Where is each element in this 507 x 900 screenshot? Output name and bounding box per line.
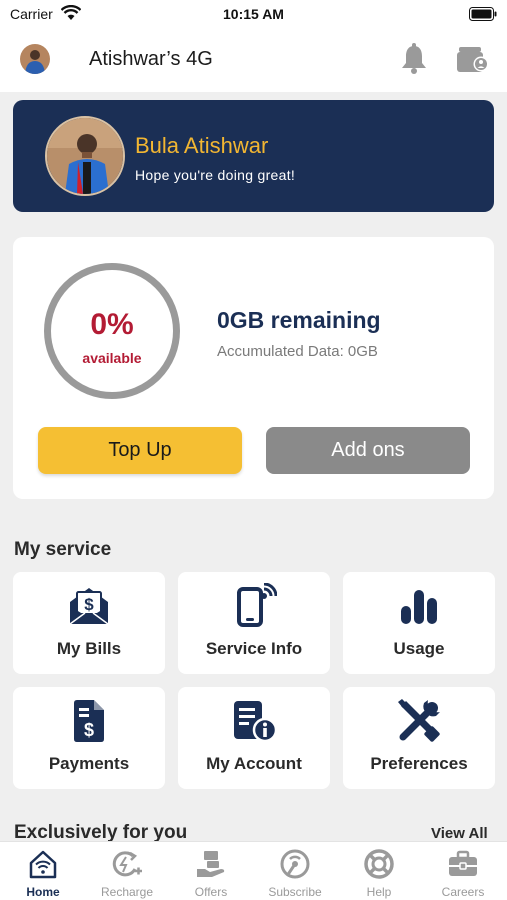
briefcase-icon — [421, 848, 505, 880]
tile-service-info[interactable]: Service Info — [178, 572, 330, 674]
nav-label: Recharge — [100, 885, 154, 899]
user-name: Bula Atishwar — [135, 133, 269, 158]
app-header: Atishwar’s 4G — [0, 30, 507, 92]
offers-hand-icon — [169, 848, 253, 880]
nav-offers[interactable]: Offers — [169, 842, 253, 900]
tile-preferences[interactable]: Preferences — [343, 687, 495, 789]
tile-label: Usage — [393, 639, 445, 658]
data-remaining: 0GB remaining — [217, 307, 381, 333]
account-info-icon — [178, 699, 330, 743]
svg-text:$: $ — [84, 595, 94, 614]
view-all-link[interactable]: View All — [431, 825, 488, 842]
nav-label: Careers — [441, 885, 485, 899]
tile-label: My Account — [206, 754, 302, 773]
data-usage-card: 0% available 0GB remaining Accumulated D… — [13, 237, 494, 499]
nav-label: Offers — [194, 885, 228, 899]
payment-document-icon: $ — [13, 699, 165, 743]
svg-text:$: $ — [84, 720, 94, 740]
greeting-text: Hope you're doing great! — [135, 167, 296, 183]
nav-label: Subscribe — [268, 885, 322, 899]
my-service-heading: My service — [14, 539, 112, 560]
avatar[interactable] — [20, 44, 50, 74]
top-up-button[interactable]: Top Up — [38, 427, 242, 474]
nav-help[interactable]: Help — [337, 842, 421, 900]
nav-recharge[interactable]: Recharge — [85, 842, 169, 900]
page-title: Atishwar’s 4G — [89, 48, 213, 70]
profile-photo — [45, 116, 125, 196]
tile-label: Service Info — [205, 639, 303, 658]
nav-label: Help — [366, 885, 392, 899]
tile-label: Preferences — [370, 754, 468, 773]
accumulated-data: Accumulated Data: 0GB — [217, 343, 378, 360]
battery-icon — [469, 7, 497, 26]
home-wifi-icon — [1, 848, 85, 880]
subscribe-signal-icon — [253, 848, 337, 880]
tile-my-bills[interactable]: $ My Bills — [13, 572, 165, 674]
welcome-card: Bula Atishwar Hope you're doing great! — [13, 100, 494, 212]
status-bar: Carrier 10:15 AM — [0, 0, 507, 30]
wallet-account-icon[interactable] — [456, 44, 490, 79]
lifebuoy-icon — [337, 848, 421, 880]
tile-label: My Bills — [56, 639, 122, 658]
add-ons-button[interactable]: Add ons — [266, 427, 470, 474]
nav-home[interactable]: Home — [1, 842, 85, 900]
tile-label: Payments — [48, 754, 130, 773]
tile-my-account[interactable]: My Account — [178, 687, 330, 789]
nav-label: Home — [26, 885, 60, 899]
bottom-nav: Home Recharge Offers Subscribe Help Care… — [0, 841, 507, 900]
data-percent: 0% — [90, 308, 134, 341]
tile-payments[interactable]: $ Payments — [13, 687, 165, 789]
phone-signal-icon — [178, 583, 330, 628]
status-time: 10:15 AM — [223, 6, 284, 22]
data-usage-ring: 0% available — [44, 263, 180, 399]
bill-envelope-icon: $ — [13, 584, 165, 628]
bell-icon[interactable] — [399, 43, 429, 80]
data-available-label: available — [82, 350, 142, 366]
tools-icon — [343, 699, 495, 743]
tile-usage[interactable]: Usage — [343, 572, 495, 674]
nav-subscribe[interactable]: Subscribe — [253, 842, 337, 900]
nav-careers[interactable]: Careers — [421, 842, 505, 900]
recharge-icon — [85, 848, 169, 880]
bar-chart-icon — [343, 584, 495, 628]
